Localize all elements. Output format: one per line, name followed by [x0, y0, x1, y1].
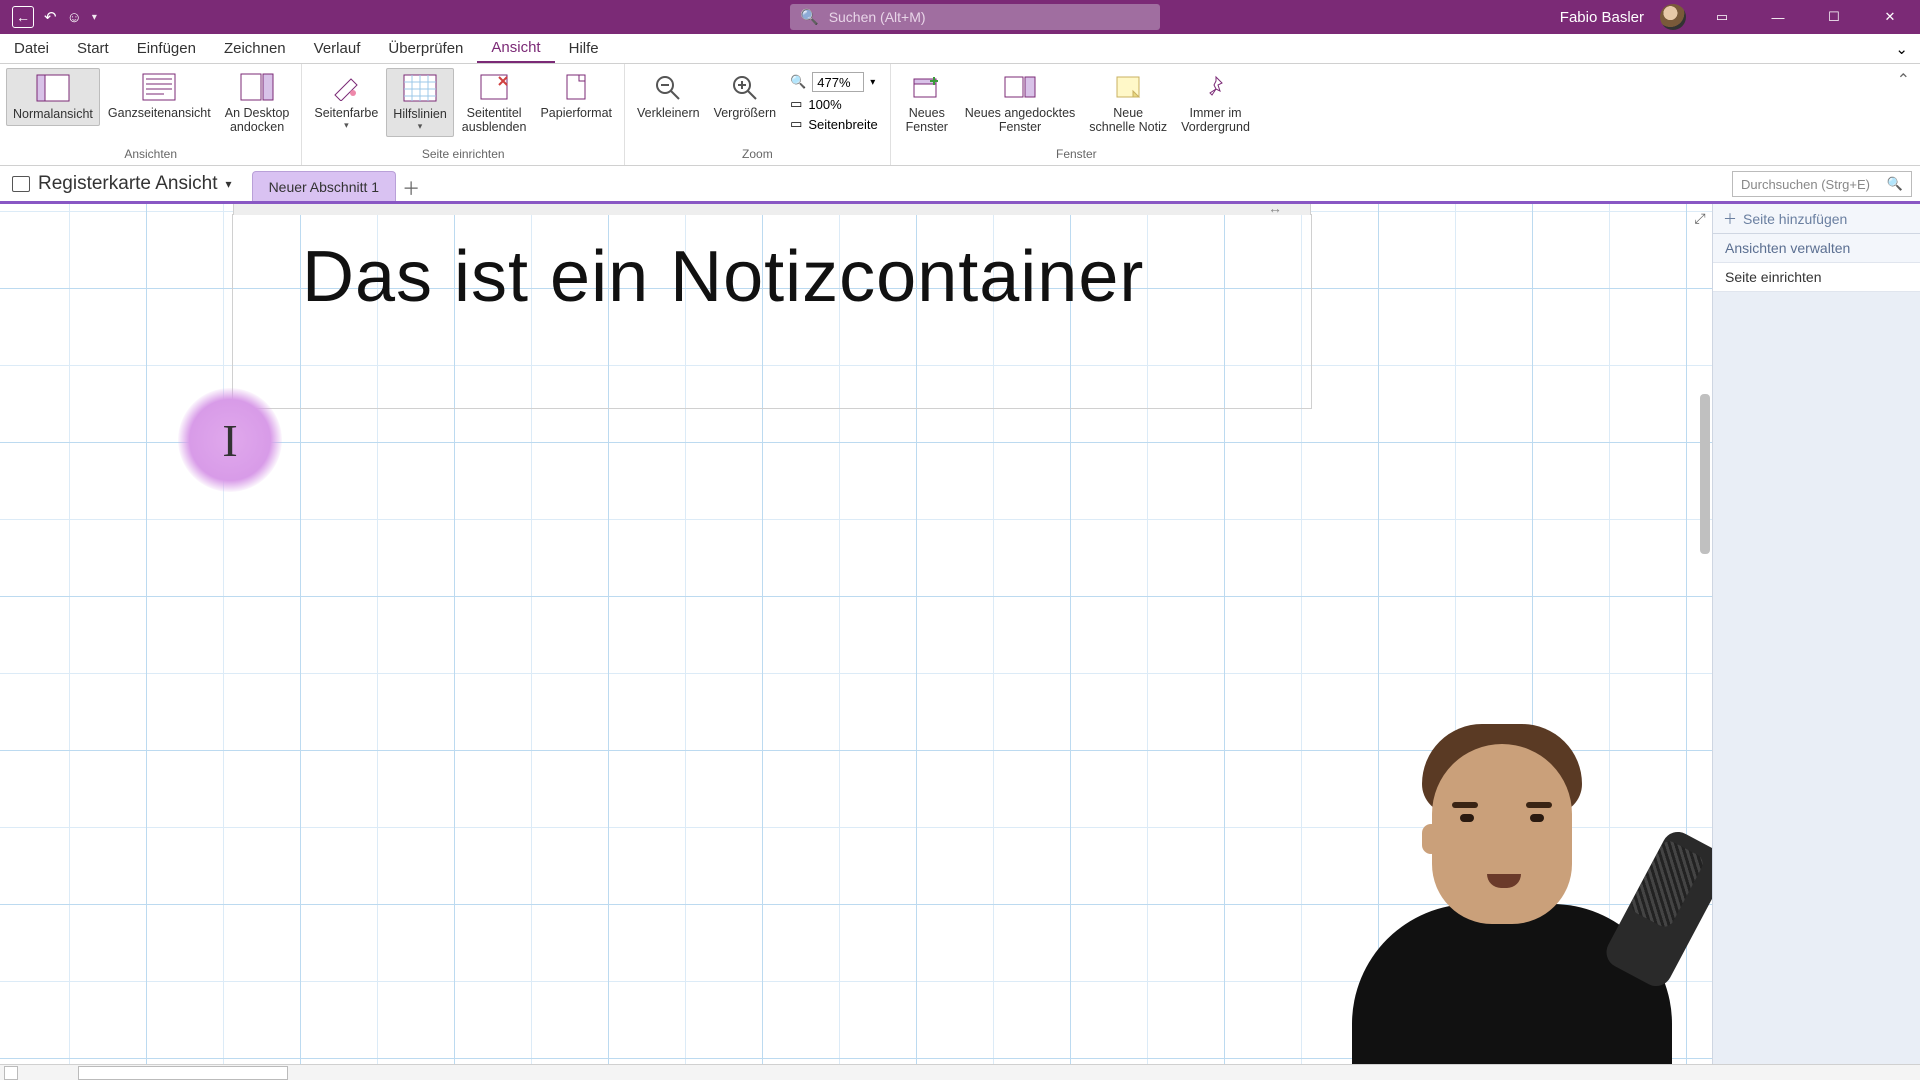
nav-back-icon[interactable]: ← [12, 6, 34, 28]
ribbon-group-zoom: Verkleinern Vergrößern 🔍 ▾ ▭ 100% ▭ Se [625, 64, 891, 165]
page-width-icon: ▭ [790, 116, 802, 132]
section-tab[interactable]: Neuer Abschnitt 1 [252, 171, 397, 201]
quick-note-icon [1110, 72, 1146, 102]
user-name[interactable]: Fabio Basler [1560, 9, 1644, 26]
normalansicht-button[interactable]: Normalansicht [6, 68, 100, 126]
vertical-scrollbar[interactable] [1700, 394, 1710, 554]
chevron-down-icon: ▾ [418, 121, 423, 131]
plus-icon: ＋ [1723, 209, 1737, 229]
page-list-item[interactable]: Ansichten verwalten [1713, 234, 1920, 263]
add-page-button[interactable]: ⤢ ＋ Seite hinzufügen [1713, 204, 1920, 234]
ribbon-group-label: Zoom [625, 147, 890, 165]
an-desktop-andocken-button[interactable]: An Desktop andocken [219, 68, 296, 139]
seitenfarbe-button[interactable]: Seitenfarbe ▾ [308, 68, 384, 135]
page-search-placeholder: Durchsuchen (Strg+E) [1741, 177, 1870, 192]
expand-pane-icon[interactable]: ⤢ [1689, 208, 1711, 230]
ribbon-group-fenster: Neues Fenster Neues angedocktes Fenster … [891, 64, 1262, 165]
menu-einfuegen[interactable]: Einfügen [123, 34, 210, 63]
zoom-in-icon [727, 72, 763, 102]
zoom-100-button[interactable]: ▭ 100% [790, 96, 878, 112]
ribbon-group-label: Ansichten [0, 147, 301, 165]
normalansicht-icon [35, 73, 71, 103]
undo-icon[interactable]: ↶ [44, 8, 57, 26]
page-title-text[interactable]: Das ist ein Notizcontainer [302, 236, 1144, 318]
collapse-ribbon-icon[interactable]: ⌄ [1895, 40, 1908, 58]
ganzseitenansicht-button[interactable]: Ganzseitenansicht [102, 68, 217, 124]
menu-datei[interactable]: Datei [0, 34, 63, 63]
verkleinern-button[interactable]: Verkleinern [631, 68, 706, 124]
menu-start[interactable]: Start [63, 34, 123, 63]
page-canvas[interactable]: ↔ Das ist ein Notizcontainer I [0, 204, 1712, 1064]
close-button[interactable]: ✕ [1870, 1, 1910, 33]
search-icon: 🔍 [1887, 176, 1903, 192]
menu-verlauf[interactable]: Verlauf [300, 34, 375, 63]
pin-icon [1198, 72, 1234, 102]
new-window-icon [909, 72, 945, 102]
note-container-grip[interactable] [233, 204, 1311, 215]
qat-dropdown-icon[interactable]: ▾ [92, 12, 97, 23]
page-icon: ▭ [790, 96, 802, 112]
user-avatar[interactable] [1660, 4, 1686, 30]
seitentitel-icon [476, 72, 512, 102]
zoom-value-row[interactable]: 🔍 ▾ [790, 72, 878, 92]
notebook-name: Registerkarte Ansicht [38, 173, 218, 195]
notebook-icon [12, 176, 30, 192]
collapse-ribbon-icon[interactable]: ⌃ [1897, 72, 1910, 89]
docked-window-icon [1002, 72, 1038, 102]
page-search[interactable]: Durchsuchen (Strg+E) 🔍 [1732, 171, 1912, 197]
main-area: ↔ Das ist ein Notizcontainer I ⤢ ＋ Seite… [0, 204, 1920, 1064]
menu-ueberpruefen[interactable]: Überprüfen [374, 34, 477, 63]
minimize-button[interactable]: — [1758, 1, 1798, 33]
global-search-input[interactable] [829, 9, 1150, 25]
ganzseitenansicht-icon [141, 72, 177, 102]
menu-bar: Datei Start Einfügen Zeichnen Verlauf Üb… [0, 34, 1920, 64]
ribbon-display-icon[interactable]: ▭ [1702, 1, 1742, 33]
status-field[interactable] [78, 1066, 288, 1080]
zoom-input[interactable] [812, 72, 864, 92]
emoji-icon[interactable]: ☺ [67, 9, 82, 26]
ribbon: Normalansicht Ganzseitenansicht An Deskt… [0, 64, 1920, 166]
ribbon-group-ansichten: Normalansicht Ganzseitenansicht An Deskt… [0, 64, 302, 165]
papierformat-icon [558, 72, 594, 102]
add-section-button[interactable]: ＋ [396, 175, 426, 201]
status-handle[interactable] [4, 1066, 18, 1080]
chevron-down-icon: ▾ [344, 120, 349, 130]
section-tab-label: Neuer Abschnitt 1 [269, 179, 380, 195]
menu-ansicht[interactable]: Ansicht [477, 34, 554, 63]
add-page-label: Seite hinzufügen [1743, 211, 1847, 227]
notebook-header: Registerkarte Ansicht ▾ Neuer Abschnitt … [0, 166, 1920, 204]
seitenbreite-button[interactable]: ▭ Seitenbreite [790, 116, 878, 132]
ribbon-group-label: Seite einrichten [302, 147, 624, 165]
zoom-out-icon [650, 72, 686, 102]
ribbon-group-label: Fenster [891, 147, 1262, 165]
menu-zeichnen[interactable]: Zeichnen [210, 34, 300, 63]
papierformat-button[interactable]: Papierformat [534, 68, 618, 124]
vergroessern-button[interactable]: Vergrößern [708, 68, 783, 124]
neue-schnelle-notiz-button[interactable]: Neue schnelle Notiz [1083, 68, 1173, 139]
chevron-down-icon: ▾ [226, 177, 232, 191]
ribbon-group-seite-einrichten: Seitenfarbe ▾ Hilfslinien ▾ Seitentitel … [302, 64, 625, 165]
search-icon: 🔍 [800, 8, 819, 26]
global-search[interactable]: 🔍 [790, 4, 1160, 30]
neues-angedocktes-fenster-button[interactable]: Neues angedocktes Fenster [959, 68, 1082, 139]
neues-fenster-button[interactable]: Neues Fenster [897, 68, 957, 139]
note-container-resize-icon[interactable]: ↔ [1257, 204, 1293, 215]
chevron-down-icon[interactable]: ▾ [870, 77, 875, 88]
hilfslinien-icon [402, 73, 438, 103]
seitenfarbe-icon [328, 72, 364, 102]
page-list-pane: ⤢ ＋ Seite hinzufügen ▸ Ansichten verwalt… [1712, 204, 1920, 1064]
menu-hilfe[interactable]: Hilfe [555, 34, 613, 63]
seitentitel-ausblenden-button[interactable]: Seitentitel ausblenden [456, 68, 533, 139]
status-bar [0, 1064, 1920, 1080]
dock-icon [239, 72, 275, 102]
title-bar: ← ↶ ☺ ▾ Seite einrichten - OneNote 🔍 Fab… [0, 0, 1920, 34]
hilfslinien-button[interactable]: Hilfslinien ▾ [386, 68, 454, 137]
cursor-highlight: I [178, 388, 282, 492]
page-list-item[interactable]: Seite einrichten [1713, 263, 1920, 292]
text-cursor-icon: I [222, 414, 237, 467]
maximize-button[interactable]: ☐ [1814, 1, 1854, 33]
notebook-picker[interactable]: Registerkarte Ansicht ▾ [0, 173, 242, 201]
immer-im-vordergrund-button[interactable]: Immer im Vordergrund [1175, 68, 1256, 139]
search-icon: 🔍 [790, 74, 806, 90]
